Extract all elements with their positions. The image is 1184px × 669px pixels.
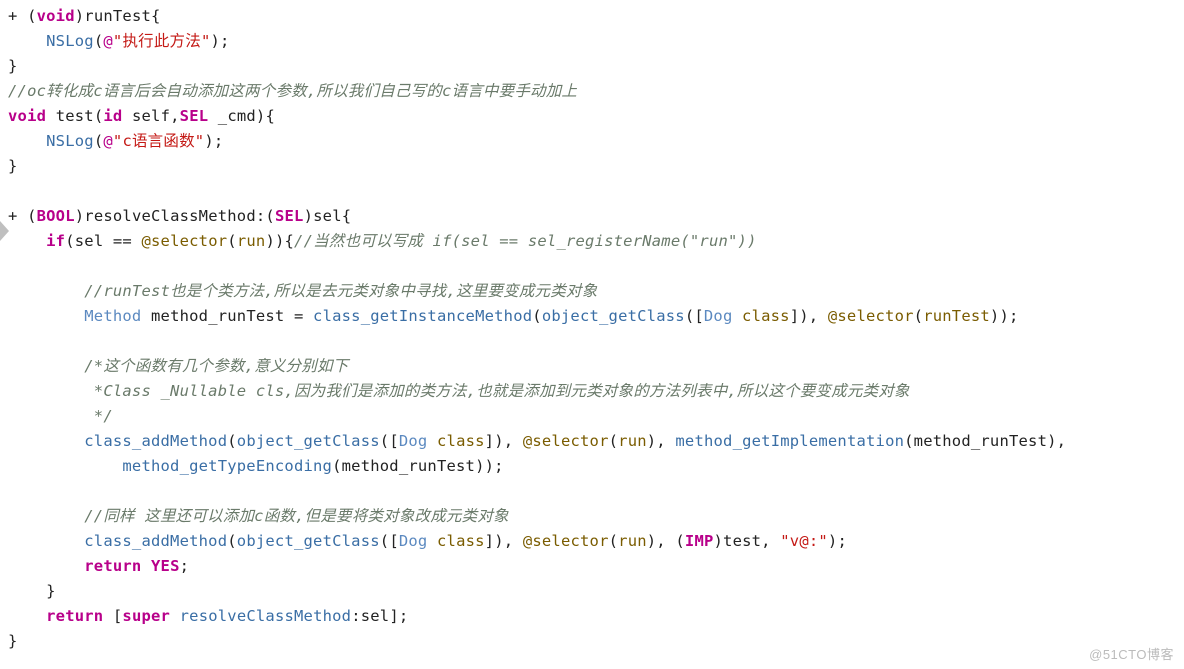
code-line: return [super resolveClassMethod:sel]; <box>8 607 408 625</box>
code-line: NSLog(@"c语言函数"); <box>8 132 223 150</box>
code-line: //oc转化成c语言后会自动添加这两个参数,所以我们自己写的c语言中要手动加上 <box>8 82 577 100</box>
code-line: /*这个函数有几个参数,意义分别如下 <box>8 357 348 375</box>
code-line: class_addMethod(object_getClass([Dog cla… <box>8 432 1066 450</box>
code-line: + (void)runTest{ <box>8 7 161 25</box>
code-line: class_addMethod(object_getClass([Dog cla… <box>8 532 847 550</box>
code-line: void test(id self,SEL _cmd){ <box>8 107 275 125</box>
code-line: } <box>8 582 56 600</box>
code-block: + (void)runTest{ NSLog(@"执行此方法"); } //oc… <box>0 0 1184 654</box>
code-line: NSLog(@"执行此方法"); <box>8 32 230 50</box>
breakpoint-marker <box>0 221 9 241</box>
code-line: } <box>8 157 18 175</box>
code-line: if(sel == @selector(run)){//当然也可以写成 if(s… <box>8 232 757 250</box>
code-line: */ <box>8 407 113 425</box>
code-line: Method method_runTest = class_getInstanc… <box>8 307 1019 325</box>
code-line: + (BOOL)resolveClassMethod:(SEL)sel{ <box>8 207 351 225</box>
code-line: //runTest也是个类方法,所以是去元类对象中寻找,这里要变成元类对象 <box>8 282 597 300</box>
code-line: *Class _Nullable cls,因为我们是添加的类方法,也就是添加到元… <box>8 382 910 400</box>
code-line: } <box>8 57 18 75</box>
code-line: } <box>8 632 18 650</box>
watermark: @51CTO博客 <box>1089 644 1174 663</box>
code-line: method_getTypeEncoding(method_runTest)); <box>8 457 504 475</box>
code-line: return YES; <box>8 557 189 575</box>
code-line: //同样 这里还可以添加c函数,但是要将类对象改成元类对象 <box>8 507 509 525</box>
